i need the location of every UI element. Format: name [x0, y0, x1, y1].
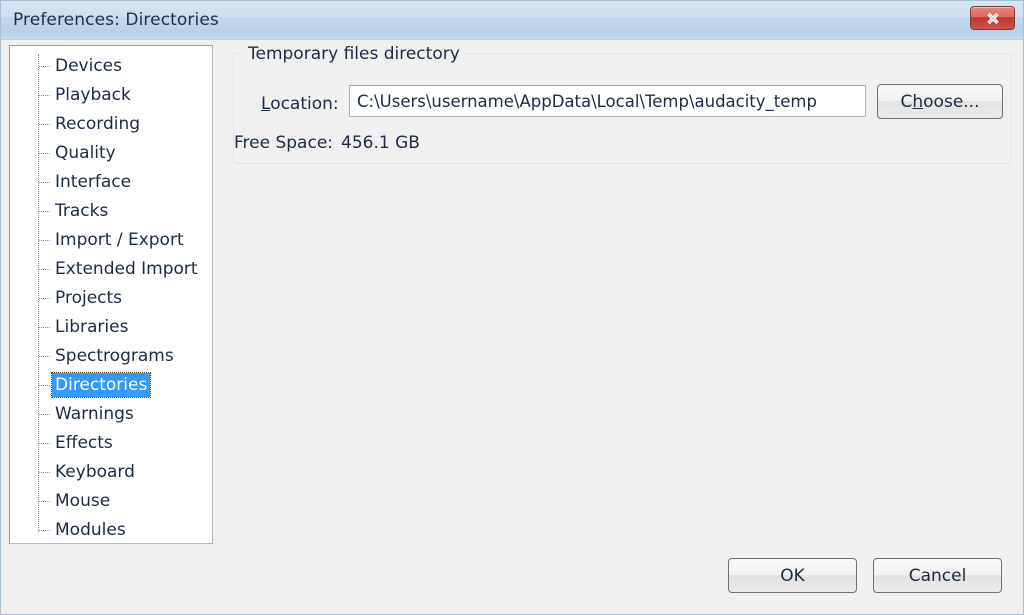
sidebar-item-spectrograms[interactable]: Spectrograms	[10, 342, 212, 371]
sidebar-item-label: Projects	[55, 288, 123, 308]
free-space-label: Free Space:	[234, 133, 334, 153]
free-space-row: Free Space: 456.1 GB	[234, 133, 420, 153]
choose-button[interactable]: Choose...	[877, 84, 1003, 119]
sidebar-item-label: Directories	[50, 372, 152, 398]
category-tree-panel[interactable]: Devices Playback Recording Quality Interface…	[9, 45, 213, 544]
sidebar-item-quality[interactable]: Quality	[10, 139, 212, 168]
location-label: Location:	[261, 94, 339, 114]
sidebar-item-import-export[interactable]: Import / Export	[10, 226, 212, 255]
sidebar-item-directories[interactable]: Directories	[10, 371, 212, 400]
sidebar-item-effects[interactable]: Effects	[10, 429, 212, 458]
sidebar-item-label: Libraries	[55, 317, 129, 337]
sidebar-item-keyboard[interactable]: Keyboard	[10, 458, 212, 487]
ok-button[interactable]: OK	[728, 558, 857, 593]
sidebar-item-label: Mouse	[55, 491, 111, 511]
choose-accel: h	[912, 91, 924, 112]
sidebar-item-label: Spectrograms	[55, 346, 174, 366]
sidebar-item-libraries[interactable]: Libraries	[10, 313, 212, 342]
window-title: Preferences: Directories	[13, 10, 219, 30]
sidebar-item-warnings[interactable]: Warnings	[10, 400, 212, 429]
sidebar-item-extended-import[interactable]: Extended Import	[10, 255, 212, 284]
close-button[interactable]	[970, 6, 1015, 30]
sidebar-item-devices[interactable]: Devices	[10, 52, 212, 81]
sidebar-item-label: Tracks	[55, 201, 109, 221]
location-input[interactable]	[349, 85, 866, 117]
sidebar-item-label: Modules	[55, 520, 126, 540]
sidebar-item-mouse[interactable]: Mouse	[10, 487, 212, 516]
category-tree-list: Devices Playback Recording Quality Interface…	[10, 46, 212, 543]
sidebar-item-label: Quality	[55, 143, 116, 163]
sidebar-item-modules[interactable]: Modules	[10, 516, 212, 543]
sidebar-item-label: Extended Import	[55, 259, 198, 279]
choose-rest: oose...	[923, 91, 980, 112]
groupbox-title: Temporary files directory	[243, 44, 465, 64]
sidebar-item-recording[interactable]: Recording	[10, 110, 212, 139]
sidebar-item-label: Devices	[55, 56, 122, 76]
cancel-button[interactable]: Cancel	[873, 558, 1002, 593]
free-space-value: 456.1 GB	[341, 133, 420, 153]
sidebar-item-interface[interactable]: Interface	[10, 168, 212, 197]
sidebar-item-label: Warnings	[55, 404, 134, 424]
sidebar-item-label: Interface	[55, 172, 132, 192]
location-label-accel: L	[261, 94, 271, 114]
sidebar-item-tracks[interactable]: Tracks	[10, 197, 212, 226]
close-icon	[986, 12, 999, 25]
sidebar-item-label: Keyboard	[55, 462, 135, 482]
sidebar-item-label: Effects	[55, 433, 113, 453]
title-bar: Preferences: Directories	[1, 1, 1023, 40]
sidebar-item-label: Import / Export	[55, 230, 184, 250]
preferences-dialog: Preferences: Directories Devices Playback…	[0, 0, 1024, 615]
sidebar-item-projects[interactable]: Projects	[10, 284, 212, 313]
choose-prefix: C	[900, 91, 913, 112]
sidebar-item-playback[interactable]: Playback	[10, 81, 212, 110]
sidebar-item-label: Recording	[55, 114, 141, 134]
sidebar-item-label: Playback	[55, 85, 131, 105]
location-label-rest: ocation:	[270, 94, 339, 114]
